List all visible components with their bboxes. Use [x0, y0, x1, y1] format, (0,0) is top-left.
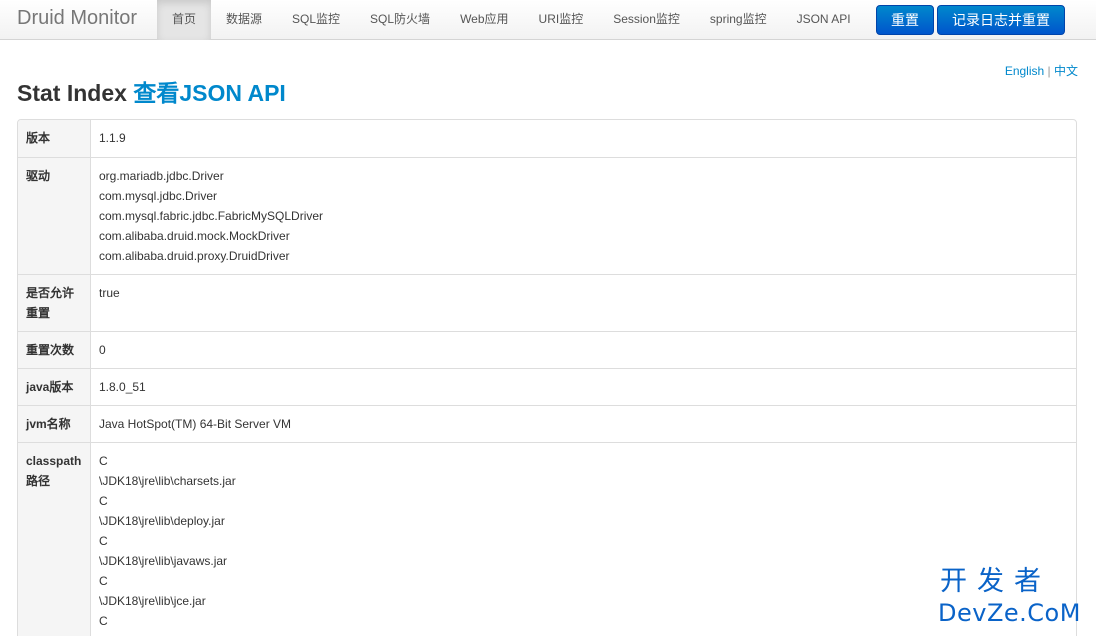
row-key-line: 是否允许 [26, 286, 75, 300]
json-api-link[interactable]: 查看JSON API [133, 80, 286, 106]
table-row-classpath: classpath 路径 C \JDK18\jre\lib\charsets.j… [18, 442, 1076, 636]
row-key-line: classpath [26, 454, 82, 468]
classpath-item: \JDK18\jre\lib\jce.jar [99, 594, 206, 608]
table-row-java-version: java版本 1.8.0_51 [18, 368, 1076, 405]
row-value: 0 [99, 343, 106, 357]
watermark-cn: 开发者 [940, 566, 1051, 597]
row-key-line: 路径 [26, 474, 51, 488]
row-value: Java HotSpot(TM) 64-Bit Server VM [99, 417, 292, 431]
classpath-item: C [99, 574, 108, 588]
row-value: true [99, 286, 120, 300]
table-row-jvm-name: jvm名称 Java HotSpot(TM) 64-Bit Server VM [18, 405, 1076, 442]
row-value: 1.8.0_51 [99, 380, 146, 394]
table-row-version: 版本 1.1.9 [18, 120, 1076, 157]
nav-item-webapp[interactable]: Web应用 [445, 0, 523, 40]
watermark-en: DevZe.CoM [938, 599, 1081, 627]
driver-item: com.alibaba.druid.proxy.DruidDriver [99, 249, 290, 263]
reset-button[interactable]: 重置 [876, 5, 934, 35]
classpath-item: C [99, 534, 108, 548]
language-separator: | [1047, 64, 1051, 78]
language-switch: English | 中文 [1005, 62, 1078, 79]
nav-item-json-api[interactable]: JSON API [782, 0, 866, 40]
stat-table: 版本 1.1.9 驱动 org.mariadb.jdbc.Driver com.… [17, 119, 1077, 636]
nav-menu: 首页 数据源 SQL监控 SQL防火墙 Web应用 URI监控 Session监… [157, 0, 866, 40]
classpath-item: C [99, 454, 108, 468]
table-row-drivers: 驱动 org.mariadb.jdbc.Driver com.mysql.jdb… [18, 157, 1076, 274]
nav-item-spring[interactable]: spring监控 [695, 0, 782, 40]
row-key: jvm名称 [18, 406, 91, 442]
nav-item-datasource[interactable]: 数据源 [211, 0, 277, 40]
nav-item-home[interactable]: 首页 [157, 0, 212, 40]
row-value: 1.1.9 [99, 131, 126, 145]
chinese-link[interactable]: 中文 [1054, 64, 1078, 78]
row-key: 版本 [18, 120, 91, 157]
row-key: java版本 [18, 369, 91, 405]
nav-item-uri[interactable]: URI监控 [524, 0, 599, 40]
row-value: org.mariadb.jdbc.Driver com.mysql.jdbc.D… [91, 158, 1076, 274]
driver-item: com.mysql.jdbc.Driver [99, 189, 218, 203]
page-title: Stat Index 查看JSON API [17, 74, 286, 108]
row-key-line: 重置 [26, 306, 51, 320]
row-key: classpath 路径 [18, 443, 91, 636]
classpath-item: \JDK18\jre\lib\charsets.jar [99, 474, 236, 488]
nav-item-wall[interactable]: SQL防火墙 [355, 0, 445, 40]
classpath-item: C [99, 614, 108, 628]
row-key: 重置次数 [18, 332, 91, 368]
nav-item-session[interactable]: Session监控 [598, 0, 695, 40]
log-and-reset-button[interactable]: 记录日志并重置 [937, 5, 1065, 35]
classpath-item: \JDK18\jre\lib\javaws.jar [99, 554, 228, 568]
row-key: 驱动 [18, 158, 91, 274]
row-key: 是否允许 重置 [18, 275, 91, 331]
navbar: Druid Monitor 首页 数据源 SQL监控 SQL防火墙 Web应用 … [0, 0, 1096, 40]
nav-item-sql[interactable]: SQL监控 [277, 0, 355, 40]
english-link[interactable]: English [1005, 64, 1044, 78]
table-row-reset-enable: 是否允许 重置 true [18, 274, 1076, 331]
driver-item: org.mariadb.jdbc.Driver [99, 169, 224, 183]
driver-item: com.alibaba.druid.mock.MockDriver [99, 229, 290, 243]
site-watermark: 开发者 DevZe.CoM [938, 566, 1088, 628]
table-row-reset-count: 重置次数 0 [18, 331, 1076, 368]
driver-item: com.mysql.fabric.jdbc.FabricMySQLDriver [99, 209, 324, 223]
page-title-text: Stat Index [17, 80, 127, 106]
brand-logo[interactable]: Druid Monitor [17, 7, 137, 30]
classpath-item: C [99, 494, 108, 508]
classpath-item: \JDK18\jre\lib\deploy.jar [99, 514, 225, 528]
row-value: C \JDK18\jre\lib\charsets.jar C \JDK18\j… [91, 443, 1076, 636]
